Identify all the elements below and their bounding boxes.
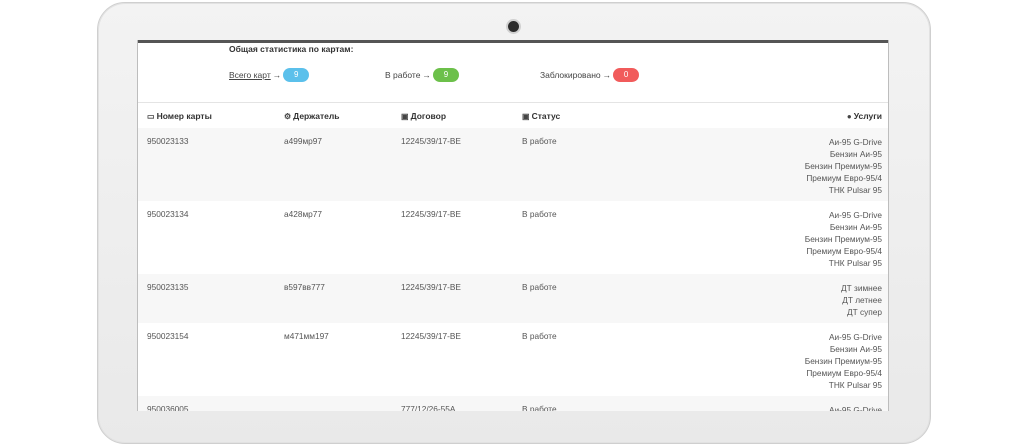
active-label: В работе <box>385 70 421 80</box>
col-contract-header[interactable]: ▣ Договор <box>401 111 446 121</box>
cell-status: В работе <box>522 331 557 341</box>
service-item: Бензин Аи-95 <box>829 149 882 159</box>
service-item: Бензин Аи-95 <box>829 222 882 232</box>
service-item: ТНК Pulsar 95 <box>828 185 882 195</box>
service-item: ТНК Pulsar 95 <box>828 380 882 390</box>
cell-services: Аи-95 G-Drive Бензин Аи-95 Бензин Премиум-… <box>805 331 882 391</box>
cell-status: В работе <box>522 404 557 411</box>
col-status-label: Статус <box>531 111 561 121</box>
cell-contract: 12245/39/17-ВЕ <box>401 136 461 146</box>
blocked-label: Заблокировано <box>540 70 601 80</box>
top-border <box>138 40 888 43</box>
total-cards-link[interactable]: Всего карт <box>229 70 271 80</box>
total-count-badge: 9 <box>283 68 310 82</box>
service-item: ТНК Pulsar 95 <box>828 258 882 268</box>
service-item: Премиум Евро-95/4 <box>806 246 882 256</box>
cell-holder: м471мм197 <box>284 331 329 341</box>
cell-contract: 12245/39/17-ВЕ <box>401 331 461 341</box>
service-item: Бензин Премиум-95 <box>804 234 882 244</box>
card-icon: ▭ <box>147 111 155 121</box>
col-card-label: Номер карты <box>156 111 212 121</box>
service-item: Аи-95 G-Drive <box>828 332 882 342</box>
cell-card: 950023134 <box>147 209 189 219</box>
camera-icon <box>506 19 521 34</box>
arrow-icon: → <box>602 70 612 80</box>
cell-contract: 12245/39/17-ВЕ <box>401 209 461 219</box>
cell-status: В работе <box>522 282 557 292</box>
service-item: Бензин Премиум-95 <box>804 161 882 171</box>
service-item: Аи-95 G-Drive <box>828 210 882 220</box>
cell-holder: в597вв777 <box>284 282 325 292</box>
service-item: Аи-95 G-Drive <box>828 137 882 147</box>
document-icon: ▣ <box>401 111 409 121</box>
status-icon: ▣ <box>522 111 530 121</box>
table-row[interactable]: 950023133 а499мр97 12245/39/17-ВЕ В работе А… <box>138 128 888 202</box>
arrow-icon: → <box>422 70 431 80</box>
cell-services: ДТ зимнее ДТ летнее ДТ супер <box>841 282 882 318</box>
arrow-icon: → <box>272 70 282 80</box>
stat-total: Всего карт → 9 <box>229 68 310 82</box>
cell-status: В работе <box>522 209 557 219</box>
col-services-label: Услуги <box>853 111 882 121</box>
table-row[interactable]: 950036005 777/12/26-55А В работе Аи-95 G-Dr… <box>138 396 888 411</box>
stat-active: В работе → 9 <box>385 68 459 82</box>
service-item: Премиум Евро-95/4 <box>806 173 882 183</box>
cell-holder: а499мр97 <box>284 136 323 146</box>
active-count-badge: 9 <box>432 68 459 82</box>
stats-title: Общая статистика по картам: <box>229 44 354 54</box>
cell-services: Аи-95 G-Drive Бензин Аи-95 Бензин Премиум-… <box>805 209 882 269</box>
col-contract-label: Договор <box>410 111 447 121</box>
cell-card: 950036005 <box>147 404 189 411</box>
service-item: Премиум Евро-95/4 <box>806 368 882 378</box>
col-holder-header[interactable]: ⚙ Держатель <box>284 111 340 121</box>
cell-contract: 12245/39/17-ВЕ <box>401 282 461 292</box>
service-item: ДТ зимнее <box>841 283 882 293</box>
cell-status: В работе <box>522 136 557 146</box>
col-status-header[interactable]: ▣ Статус <box>522 111 560 121</box>
service-item: Аи-95 G-Drive <box>828 405 882 411</box>
gear-icon: ⚙ <box>284 111 292 121</box>
cell-card: 950023135 <box>147 282 189 292</box>
table-row[interactable]: 950023135 в597вв777 12245/39/17-ВЕ В работе… <box>138 274 888 324</box>
screen: Общая статистика по картам: Всего карт →… <box>137 40 889 411</box>
stat-blocked: Заблокировано → 0 <box>540 68 640 82</box>
cell-holder: а428мр77 <box>284 209 323 219</box>
cell-services: Аи-95 G-Drive Бензин Аи-95 Бензин Премиум-… <box>805 136 882 196</box>
col-card-header[interactable]: ▭ Номер карты <box>147 111 212 121</box>
cell-services: Аи-95 G-Drive <box>829 404 882 411</box>
blocked-count-badge: 0 <box>613 68 640 82</box>
service-item: Бензин Премиум-95 <box>804 356 882 366</box>
service-item: Бензин Аи-95 <box>829 344 882 354</box>
table-row[interactable]: 950023154 м471мм197 12245/39/17-ВЕ В работе… <box>138 323 888 397</box>
service-item: ДТ летнее <box>842 295 882 305</box>
col-holder-label: Держатель <box>293 111 340 121</box>
col-services-header[interactable]: ● Услуги <box>847 111 882 121</box>
cell-contract: 777/12/26-55А <box>401 404 456 411</box>
cell-card: 950023154 <box>147 331 189 341</box>
fuel-drop-icon: ● <box>846 111 852 121</box>
cell-card: 950023133 <box>147 136 189 146</box>
table-header: ▭ Номер карты ⚙ Держатель ▣ Договор ▣ Ст… <box>138 102 888 130</box>
table-row[interactable]: 950023134 а428мр77 12245/39/17-ВЕ В работе А… <box>138 201 888 275</box>
service-item: ДТ супер <box>846 307 882 317</box>
